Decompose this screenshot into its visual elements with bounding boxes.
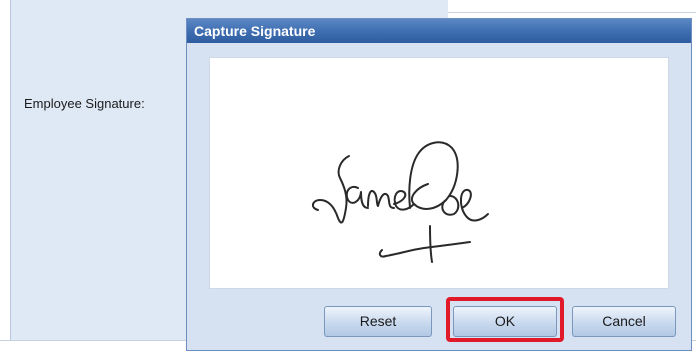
signature-stroke-cross xyxy=(429,225,433,263)
signature-stroke-n xyxy=(367,190,395,209)
dialog-title: Capture Signature xyxy=(187,19,691,43)
signature-stroke-a xyxy=(345,186,369,209)
signature-drawing xyxy=(312,141,489,263)
signature-stroke-e2 xyxy=(460,188,489,222)
signature-stroke-d xyxy=(408,141,459,210)
employee-signature-label: Employee Signature: xyxy=(24,96,145,111)
signature-canvas[interactable] xyxy=(209,57,669,289)
ok-button-highlight xyxy=(446,297,564,342)
form-panel xyxy=(10,0,187,340)
capture-signature-dialog: Capture Signature Reset OK Cancel xyxy=(186,18,692,351)
signature-stroke-j xyxy=(312,155,350,224)
form-panel-top xyxy=(186,0,448,18)
cancel-button[interactable]: Cancel xyxy=(572,306,676,337)
top-divider xyxy=(448,0,696,13)
signature-stroke-o xyxy=(441,195,460,216)
signature-stroke-tail xyxy=(378,249,387,258)
signature-stroke-underline xyxy=(385,241,471,257)
reset-button[interactable]: Reset xyxy=(324,306,432,337)
